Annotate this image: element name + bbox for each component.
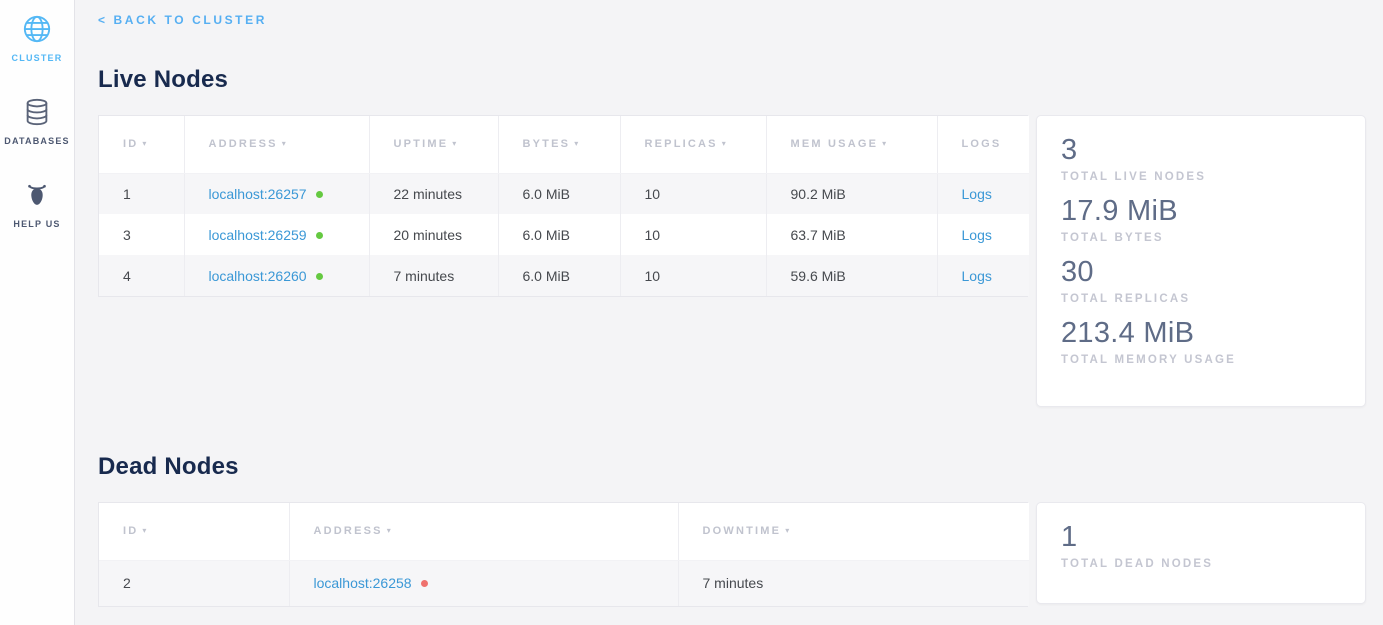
node-mem-usage-cell: 63.7 MiB	[766, 214, 937, 255]
sort-arrow-icon: ▾	[574, 139, 580, 148]
column-header-id[interactable]: ID▾	[99, 503, 289, 560]
sort-arrow-icon: ▾	[722, 139, 728, 148]
node-replicas-cell: 10	[620, 173, 766, 214]
column-header-id[interactable]: ID▾	[99, 116, 184, 173]
stat-value: 3	[1061, 135, 1345, 167]
node-address-link[interactable]: localhost:26259	[209, 227, 307, 243]
node-logs-cell: Logs	[937, 255, 1029, 296]
sidebar-item-databases[interactable]: DATABASES	[4, 97, 69, 146]
node-uptime-cell: 20 minutes	[369, 214, 498, 255]
table-row: 1 localhost:26257 22 minutes 6.0 MiB 10 …	[99, 173, 1029, 214]
live-status-dot-icon	[316, 273, 323, 280]
column-header-mem-usage[interactable]: MEM USAGE▾	[766, 116, 937, 173]
summary-stat: 3 TOTAL LIVE NODES	[1061, 135, 1345, 183]
node-id-cell: 2	[99, 560, 289, 606]
live-status-dot-icon	[316, 232, 323, 239]
live-table-header-row: ID▾ ADDRESS▾ UPTIME▾ BYTES▾ REPLICAS▾ ME…	[99, 116, 1029, 173]
node-address-cell: localhost:26258	[289, 560, 678, 606]
node-address-cell: localhost:26259	[184, 214, 369, 255]
sort-arrow-icon: ▾	[282, 139, 288, 148]
node-id-cell: 3	[99, 214, 184, 255]
node-id-cell: 4	[99, 255, 184, 296]
stat-label: TOTAL LIVE NODES	[1061, 171, 1345, 183]
stat-label: TOTAL REPLICAS	[1061, 293, 1345, 305]
live-nodes-summary-panel: 3 TOTAL LIVE NODES 17.9 MiB TOTAL BYTES …	[1036, 115, 1366, 407]
stat-value: 17.9 MiB	[1061, 196, 1345, 228]
summary-stat: 213.4 MiB TOTAL MEMORY USAGE	[1061, 318, 1345, 366]
sort-arrow-icon: ▾	[452, 139, 458, 148]
live-nodes-title: Live Nodes	[98, 66, 1366, 94]
node-mem-usage-cell: 90.2 MiB	[766, 173, 937, 214]
dead-status-dot-icon	[421, 580, 428, 587]
table-row: 2 localhost:26258 7 minutes	[99, 560, 1029, 606]
sort-arrow-icon: ▾	[387, 526, 393, 535]
stat-value: 213.4 MiB	[1061, 318, 1345, 350]
table-row: 3 localhost:26259 20 minutes 6.0 MiB 10 …	[99, 214, 1029, 255]
node-replicas-cell: 10	[620, 255, 766, 296]
stat-label: TOTAL MEMORY USAGE	[1061, 354, 1345, 366]
node-id-cell: 1	[99, 173, 184, 214]
sidebar-item-label: HELP US	[13, 219, 60, 229]
summary-stat: 1 TOTAL DEAD NODES	[1061, 522, 1345, 570]
stat-label: TOTAL BYTES	[1061, 232, 1345, 244]
column-header-address[interactable]: ADDRESS▾	[184, 116, 369, 173]
node-address-link[interactable]: localhost:26258	[314, 575, 412, 591]
live-nodes-section: ID▾ ADDRESS▾ UPTIME▾ BYTES▾ REPLICAS▾ ME…	[98, 115, 1366, 407]
sort-arrow-icon: ▾	[882, 139, 888, 148]
sort-arrow-icon: ▾	[142, 526, 148, 535]
node-uptime-cell: 22 minutes	[369, 173, 498, 214]
globe-icon	[22, 14, 52, 44]
dead-nodes-title: Dead Nodes	[98, 453, 1366, 481]
node-bytes-cell: 6.0 MiB	[498, 173, 620, 214]
logs-link[interactable]: Logs	[962, 268, 992, 284]
column-header-uptime[interactable]: UPTIME▾	[369, 116, 498, 173]
node-address-cell: localhost:26257	[184, 173, 369, 214]
column-header-downtime[interactable]: DOWNTIME▾	[678, 503, 1029, 560]
node-logs-cell: Logs	[937, 173, 1029, 214]
node-address-link[interactable]: localhost:26257	[209, 186, 307, 202]
main-content: < BACK TO CLUSTER Live Nodes ID▾ ADDRESS…	[75, 0, 1383, 607]
column-header-bytes[interactable]: BYTES▾	[498, 116, 620, 173]
table-row: 4 localhost:26260 7 minutes 6.0 MiB 10 5…	[99, 255, 1029, 296]
back-to-cluster-link[interactable]: < BACK TO CLUSTER	[98, 13, 267, 27]
bug-icon	[22, 180, 52, 210]
sidebar-item-cluster[interactable]: CLUSTER	[12, 14, 63, 63]
logs-link[interactable]: Logs	[962, 186, 992, 202]
dead-nodes-summary-panel: 1 TOTAL DEAD NODES	[1036, 502, 1366, 604]
sort-arrow-icon: ▾	[785, 526, 791, 535]
node-address-link[interactable]: localhost:26260	[209, 268, 307, 284]
stat-value: 30	[1061, 257, 1345, 289]
column-header-replicas[interactable]: REPLICAS▾	[620, 116, 766, 173]
node-address-cell: localhost:26260	[184, 255, 369, 296]
dead-nodes-section: ID▾ ADDRESS▾ DOWNTIME▾ 2 localhost:26258…	[98, 502, 1366, 607]
sidebar-item-label: DATABASES	[4, 136, 69, 146]
node-mem-usage-cell: 59.6 MiB	[766, 255, 937, 296]
node-replicas-cell: 10	[620, 214, 766, 255]
sidebar: CLUSTER DATABASES HELP US	[0, 0, 75, 625]
sort-arrow-icon: ▾	[142, 139, 148, 148]
node-bytes-cell: 6.0 MiB	[498, 214, 620, 255]
column-header-logs: LOGS	[937, 116, 1029, 173]
stat-label: TOTAL DEAD NODES	[1061, 558, 1345, 570]
database-icon	[22, 97, 52, 127]
stat-value: 1	[1061, 522, 1345, 554]
dead-table-header-row: ID▾ ADDRESS▾ DOWNTIME▾	[99, 503, 1029, 560]
dead-nodes-table: ID▾ ADDRESS▾ DOWNTIME▾ 2 localhost:26258…	[98, 502, 1028, 607]
summary-stat: 17.9 MiB TOTAL BYTES	[1061, 196, 1345, 244]
summary-stat: 30 TOTAL REPLICAS	[1061, 257, 1345, 305]
node-logs-cell: Logs	[937, 214, 1029, 255]
node-uptime-cell: 7 minutes	[369, 255, 498, 296]
sidebar-item-help-us[interactable]: HELP US	[13, 180, 60, 229]
node-downtime-cell: 7 minutes	[678, 560, 1029, 606]
sidebar-item-label: CLUSTER	[12, 53, 63, 63]
column-header-address[interactable]: ADDRESS▾	[289, 503, 678, 560]
node-bytes-cell: 6.0 MiB	[498, 255, 620, 296]
logs-link[interactable]: Logs	[962, 227, 992, 243]
live-nodes-table: ID▾ ADDRESS▾ UPTIME▾ BYTES▾ REPLICAS▾ ME…	[98, 115, 1028, 297]
live-status-dot-icon	[316, 191, 323, 198]
